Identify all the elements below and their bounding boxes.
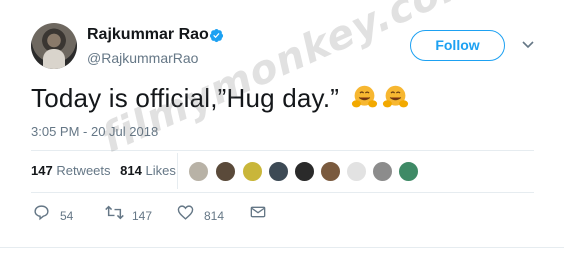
retweet-count: 147 bbox=[132, 209, 153, 223]
likes-stat-count: 814 bbox=[120, 163, 142, 178]
follow-button[interactable]: Follow bbox=[410, 30, 505, 61]
retweets-stat-label: Retweets bbox=[56, 163, 111, 178]
divider bbox=[31, 192, 534, 193]
chevron-down-icon[interactable] bbox=[522, 40, 534, 50]
reply-icon bbox=[34, 205, 49, 221]
hugging-face-emoji-icon bbox=[351, 85, 377, 108]
liker-avatar[interactable] bbox=[398, 161, 419, 182]
likes-stat[interactable]: 814 Likes bbox=[120, 163, 176, 178]
tweet-actions: 54 147 814 bbox=[31, 204, 331, 226]
tweet-card: Rajkummar Rao @RajkummarRao Follow Today… bbox=[0, 0, 564, 258]
like-button[interactable]: 814 bbox=[177, 204, 237, 224]
tweet-text-body: Today is official,”Hug day.” bbox=[31, 83, 340, 113]
stats-separator bbox=[177, 153, 178, 189]
engagement-stats: 147 Retweets 814 Likes bbox=[31, 163, 182, 178]
liker-avatar[interactable] bbox=[346, 161, 367, 182]
hugging-face-emoji-icon bbox=[382, 85, 408, 108]
direct-message-button[interactable] bbox=[250, 204, 270, 224]
retweets-stat[interactable]: 147 Retweets bbox=[31, 163, 111, 178]
like-count: 814 bbox=[204, 209, 225, 223]
tweet-text: Today is official,”Hug day.” bbox=[31, 83, 409, 114]
reply-count: 54 bbox=[60, 209, 74, 223]
liker-avatar[interactable] bbox=[320, 161, 341, 182]
liker-avatar[interactable] bbox=[188, 161, 209, 182]
avatar[interactable] bbox=[31, 23, 77, 69]
retweets-stat-count: 147 bbox=[31, 163, 53, 178]
liker-avatar[interactable] bbox=[215, 161, 236, 182]
verified-badge-icon bbox=[209, 28, 224, 43]
liker-avatar[interactable] bbox=[242, 161, 263, 182]
divider bbox=[31, 150, 534, 151]
envelope-icon bbox=[250, 206, 266, 218]
liker-avatar[interactable] bbox=[372, 161, 393, 182]
liker-avatar[interactable] bbox=[294, 161, 315, 182]
retweet-button[interactable]: 147 bbox=[105, 204, 165, 224]
heart-icon bbox=[177, 205, 194, 220]
display-name[interactable]: Rajkummar Rao bbox=[87, 26, 209, 44]
reply-button[interactable]: 54 bbox=[33, 204, 83, 224]
likes-stat-label: Likes bbox=[145, 163, 176, 178]
retweet-icon bbox=[105, 205, 124, 220]
user-handle[interactable]: @RajkummarRao bbox=[87, 50, 198, 66]
liker-avatar[interactable] bbox=[268, 161, 289, 182]
divider bbox=[0, 247, 564, 248]
tweet-timestamp[interactable]: 3:05 PM - 20 Jul 2018 bbox=[31, 124, 158, 139]
